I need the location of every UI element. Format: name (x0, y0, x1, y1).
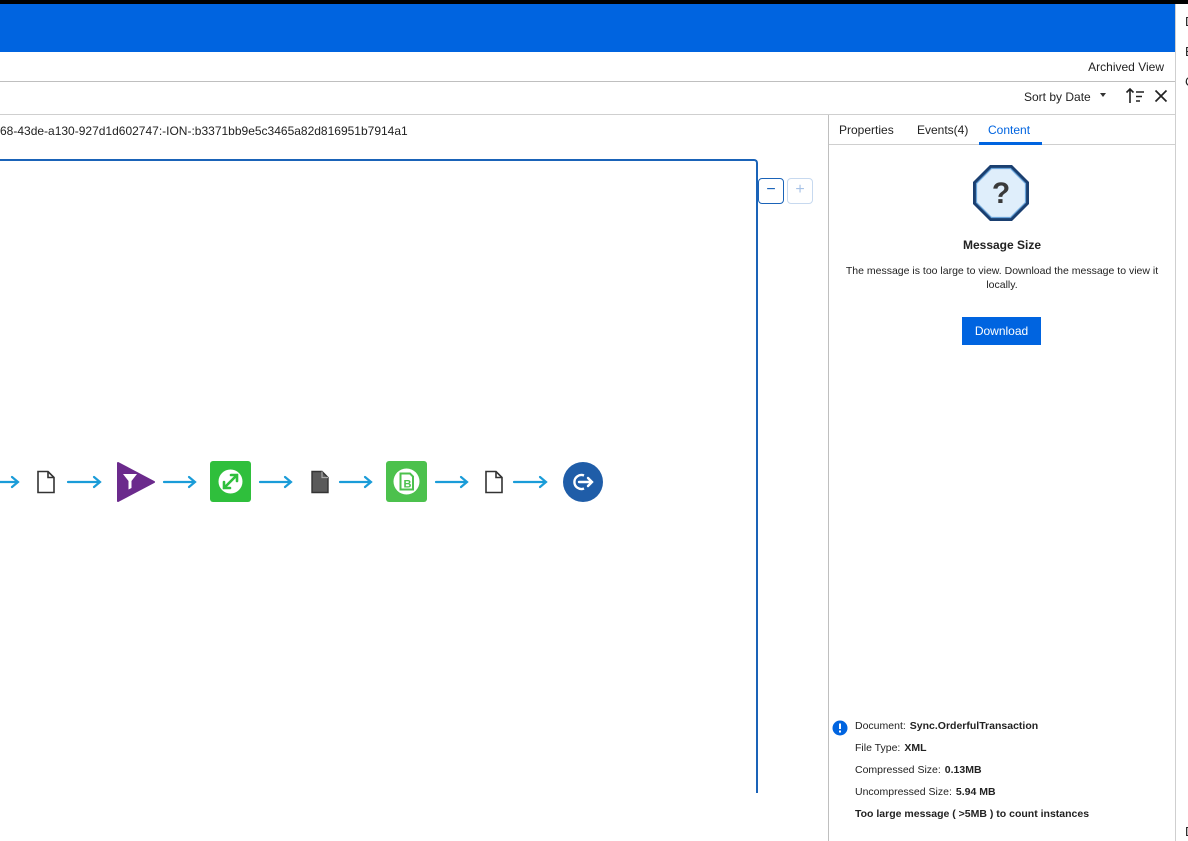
info-file-type: File Type: XML (855, 742, 927, 754)
bod-icon[interactable]: B (386, 461, 427, 502)
close-icon[interactable] (1153, 88, 1169, 104)
sort-toolbar: Sort by Date (0, 82, 1175, 115)
sort-dropdown[interactable]: Sort by Date (1024, 90, 1091, 104)
chevron-down-icon[interactable] (1100, 93, 1106, 97)
panel-divider (828, 115, 829, 841)
svg-text:B: B (404, 479, 412, 491)
mapping-icon[interactable] (210, 461, 251, 502)
message-id: 68-43de-a130-927d1d602747:-ION-:b3371bb9… (0, 124, 408, 138)
flow-arrow (66, 475, 102, 489)
archived-view-link[interactable]: Archived View (1088, 60, 1164, 74)
document-icon[interactable] (36, 470, 56, 494)
info-uncompressed-size: Uncompressed Size: 5.94 MB (855, 786, 996, 798)
document-icon[interactable] (484, 470, 504, 494)
tab-content[interactable]: Content (988, 123, 1030, 137)
view-bar: Archived View (0, 52, 1175, 82)
flow-arrow (0, 475, 20, 489)
right-strip: D E C D (1175, 4, 1188, 841)
message-size-text: The message is too large to view. Downlo… (845, 265, 1159, 291)
message-size-title: Message Size (962, 238, 1042, 252)
app-header (0, 4, 1175, 52)
exit-icon[interactable] (562, 461, 604, 503)
active-tab-indicator (979, 142, 1042, 145)
flow-arrow (512, 475, 548, 489)
detail-tabs: Properties Events(4) Content (829, 115, 1175, 145)
document-filled-icon[interactable] (310, 470, 330, 494)
instance-count-warning: Too large message ( >5MB ) to count inst… (855, 808, 1090, 820)
info-icon (832, 720, 848, 736)
download-button[interactable]: Download (962, 317, 1041, 345)
tab-events[interactable]: Events(4) (917, 123, 968, 137)
zoom-out-button[interactable]: − (758, 178, 784, 204)
svg-text:?: ? (992, 177, 1010, 210)
flow-arrow (162, 475, 197, 489)
flow-arrow (338, 475, 373, 489)
tab-properties[interactable]: Properties (839, 123, 894, 137)
filter-icon[interactable] (114, 461, 156, 503)
question-octagon-icon: ? (973, 165, 1029, 221)
info-compressed-size: Compressed Size: 0.13MB (855, 764, 982, 776)
info-document: Document: Sync.OrderfulTransaction (855, 720, 1039, 732)
sort-direction-icon[interactable] (1125, 86, 1145, 106)
flow-arrow (434, 475, 469, 489)
zoom-in-button[interactable]: + (787, 178, 813, 204)
flow-arrow (258, 475, 293, 489)
